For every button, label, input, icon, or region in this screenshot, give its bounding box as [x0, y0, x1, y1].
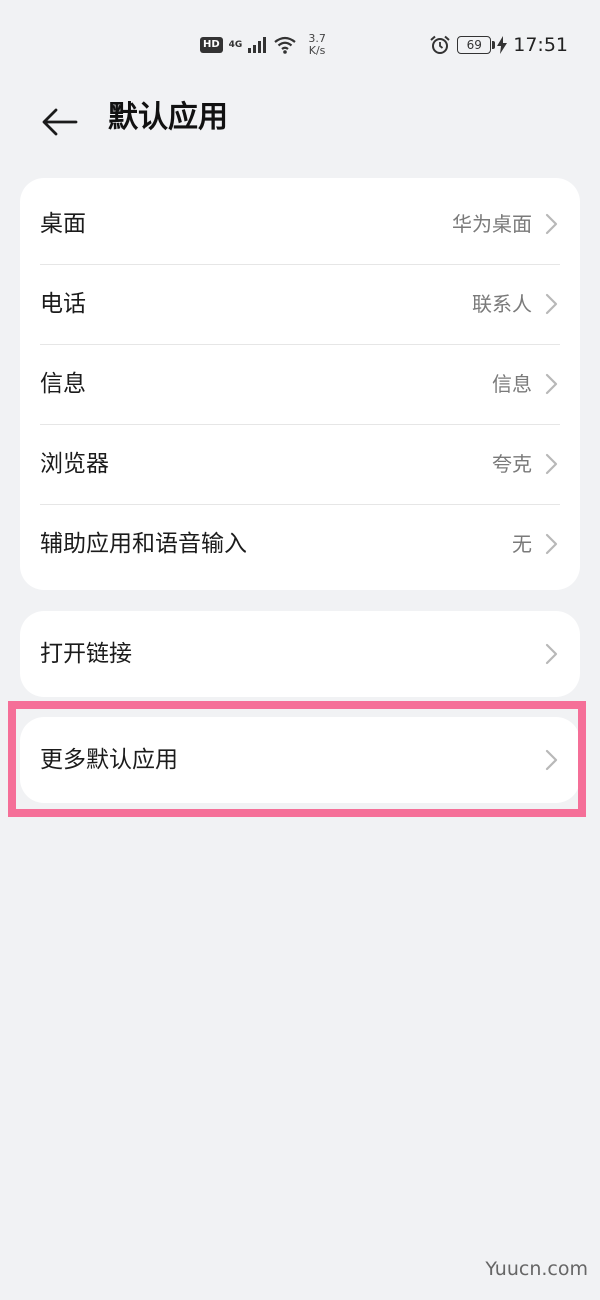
row-value: 夸克 [492, 452, 532, 476]
wifi-icon [274, 36, 297, 54]
status-right: 69 17:51 [429, 30, 568, 60]
chevron-right-icon [545, 749, 558, 771]
row-label: 浏览器 [40, 451, 109, 477]
row-more-default-apps[interactable]: 更多默认应用 [40, 717, 560, 803]
row-label: 桌面 [40, 211, 86, 237]
row-label: 电话 [40, 291, 86, 317]
chevron-right-icon [545, 373, 558, 395]
open-links-card: 打开链接 [20, 611, 580, 697]
chevron-right-icon [545, 213, 558, 235]
row-assist-voice-input[interactable]: 辅助应用和语音输入 无 [40, 504, 560, 584]
chevron-right-icon [545, 643, 558, 665]
row-launcher[interactable]: 桌面 华为桌面 [40, 184, 560, 264]
network-speed: 3.7 K/s [308, 33, 326, 57]
row-value: 信息 [492, 372, 532, 396]
watermark: Yuucn.com [485, 1258, 588, 1280]
row-browser[interactable]: 浏览器 夸克 [40, 424, 560, 504]
row-label: 辅助应用和语音输入 [40, 531, 247, 557]
default-apps-card: 桌面 华为桌面 电话 联系人 信息 信息 浏览器 夸克 辅助应用和语音输入 无 [20, 178, 580, 590]
battery-level: 69 [466, 38, 482, 52]
more-defaults-card: 更多默认应用 [20, 717, 580, 803]
row-label: 更多默认应用 [40, 747, 178, 773]
status-bar: HD 4G 3.7 K/s 69 17:51 [0, 0, 600, 90]
page-title: 默认应用 [108, 100, 228, 135]
alarm-icon [430, 35, 450, 54]
charging-icon [497, 36, 508, 54]
row-label: 信息 [40, 371, 86, 397]
hd-icon: HD [200, 37, 223, 53]
row-messages[interactable]: 信息 信息 [40, 344, 560, 424]
title-bar: 默认应用 [0, 90, 600, 150]
clock: 17:51 [513, 34, 568, 56]
speed-unit: K/s [308, 44, 326, 57]
battery-icon: 69 [457, 36, 496, 54]
chevron-right-icon [545, 533, 558, 555]
back-arrow-icon [42, 108, 78, 136]
row-label: 打开链接 [40, 641, 132, 667]
row-value: 华为桌面 [452, 212, 532, 236]
back-button[interactable] [36, 98, 84, 146]
row-open-links[interactable]: 打开链接 [40, 611, 560, 697]
signal-icon [248, 37, 267, 53]
network-type: 4G [228, 40, 243, 50]
chevron-right-icon [545, 453, 558, 475]
row-value: 无 [512, 532, 532, 556]
status-left: HD 4G 3.7 K/s [200, 30, 326, 60]
row-value: 联系人 [472, 292, 532, 316]
row-phone[interactable]: 电话 联系人 [40, 264, 560, 344]
chevron-right-icon [545, 293, 558, 315]
